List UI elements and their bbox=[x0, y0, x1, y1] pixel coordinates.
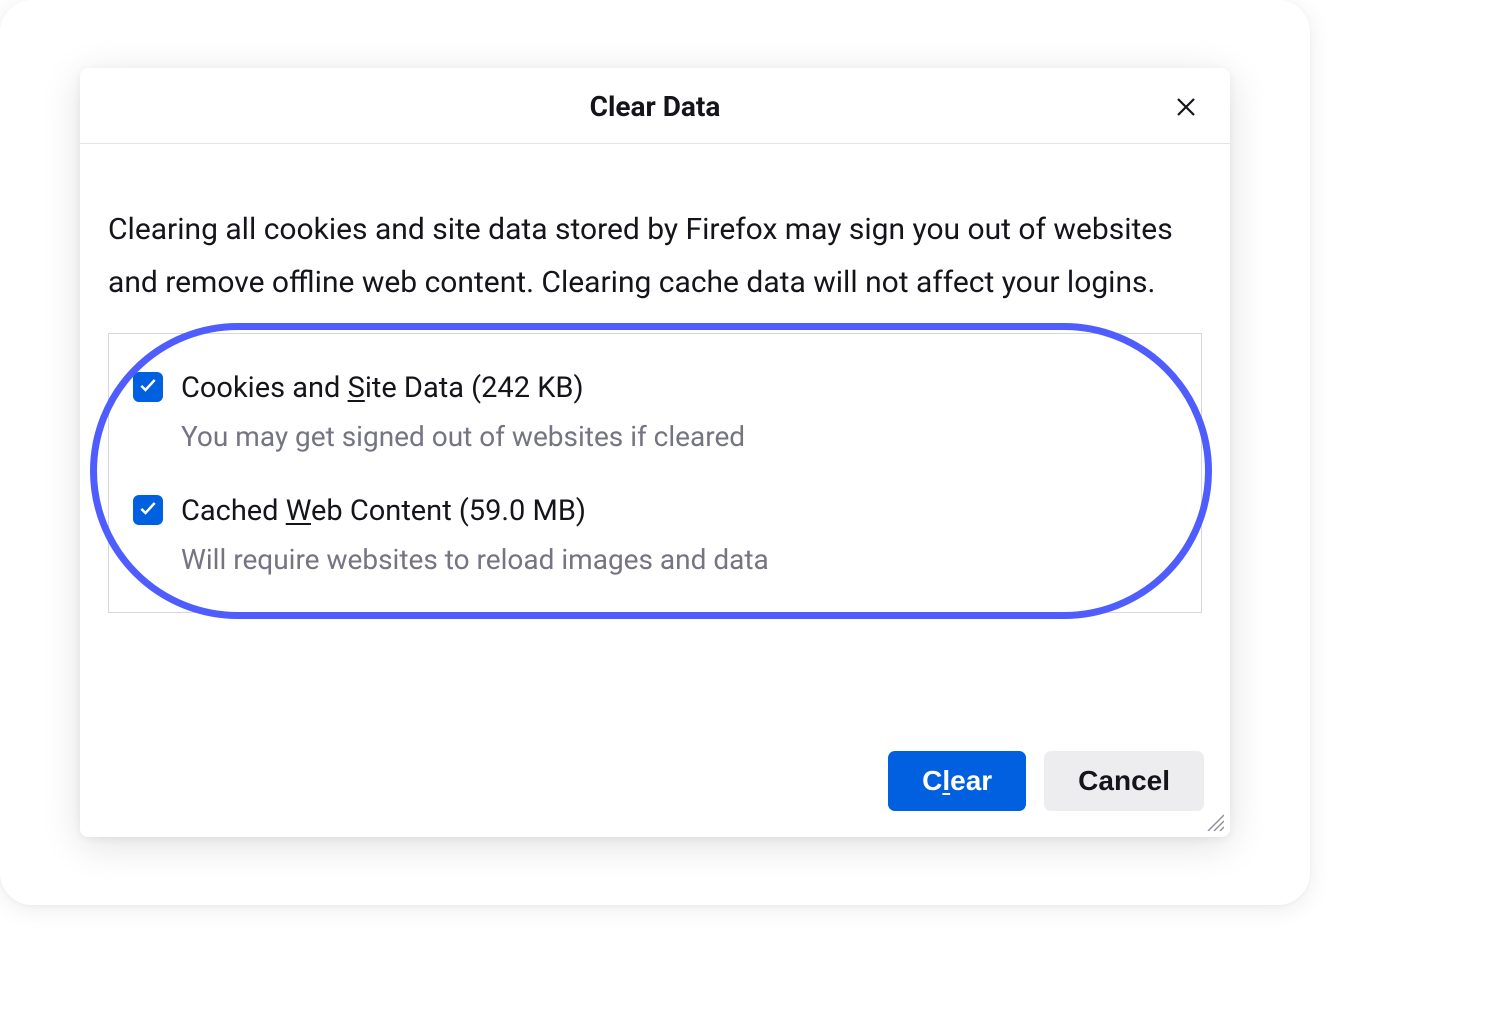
cancel-button[interactable]: Cancel bbox=[1044, 751, 1204, 811]
dialog-body: Clearing all cookies and site data store… bbox=[80, 144, 1230, 751]
option-text: Cookies and Site Data (242 KB) You may g… bbox=[181, 368, 1177, 455]
options-wrap: Cookies and Site Data (242 KB) You may g… bbox=[108, 333, 1202, 613]
dialog-header: Clear Data bbox=[80, 68, 1230, 144]
close-icon bbox=[1174, 95, 1198, 122]
clear-button[interactable]: Clear bbox=[888, 751, 1026, 811]
dialog-description: Clearing all cookies and site data store… bbox=[108, 204, 1202, 309]
checkbox-cookies[interactable] bbox=[133, 372, 163, 402]
checkmark-icon bbox=[138, 375, 158, 399]
dialog-title: Clear Data bbox=[110, 90, 1200, 123]
option-sub-cookies: You may get signed out of websites if cl… bbox=[181, 419, 1177, 455]
option-cookies-site-data: Cookies and Site Data (242 KB) You may g… bbox=[133, 368, 1177, 455]
option-label-cache: Cached Web Content (59.0 MB) bbox=[181, 491, 1177, 532]
options-box: Cookies and Site Data (242 KB) You may g… bbox=[108, 333, 1202, 613]
outer-card: Clear Data Clearing all cookies and site… bbox=[0, 0, 1310, 905]
checkbox-cache[interactable] bbox=[133, 495, 163, 525]
option-label-cookies: Cookies and Site Data (242 KB) bbox=[181, 368, 1177, 409]
option-sub-cache: Will require websites to reload images a… bbox=[181, 542, 1177, 578]
checkmark-icon bbox=[138, 498, 158, 522]
option-text: Cached Web Content (59.0 MB) Will requir… bbox=[181, 491, 1177, 578]
option-cached-web-content: Cached Web Content (59.0 MB) Will requir… bbox=[133, 491, 1177, 578]
close-button[interactable] bbox=[1168, 90, 1204, 126]
clear-data-dialog: Clear Data Clearing all cookies and site… bbox=[80, 68, 1230, 837]
dialog-footer: Clear Cancel bbox=[80, 751, 1230, 837]
